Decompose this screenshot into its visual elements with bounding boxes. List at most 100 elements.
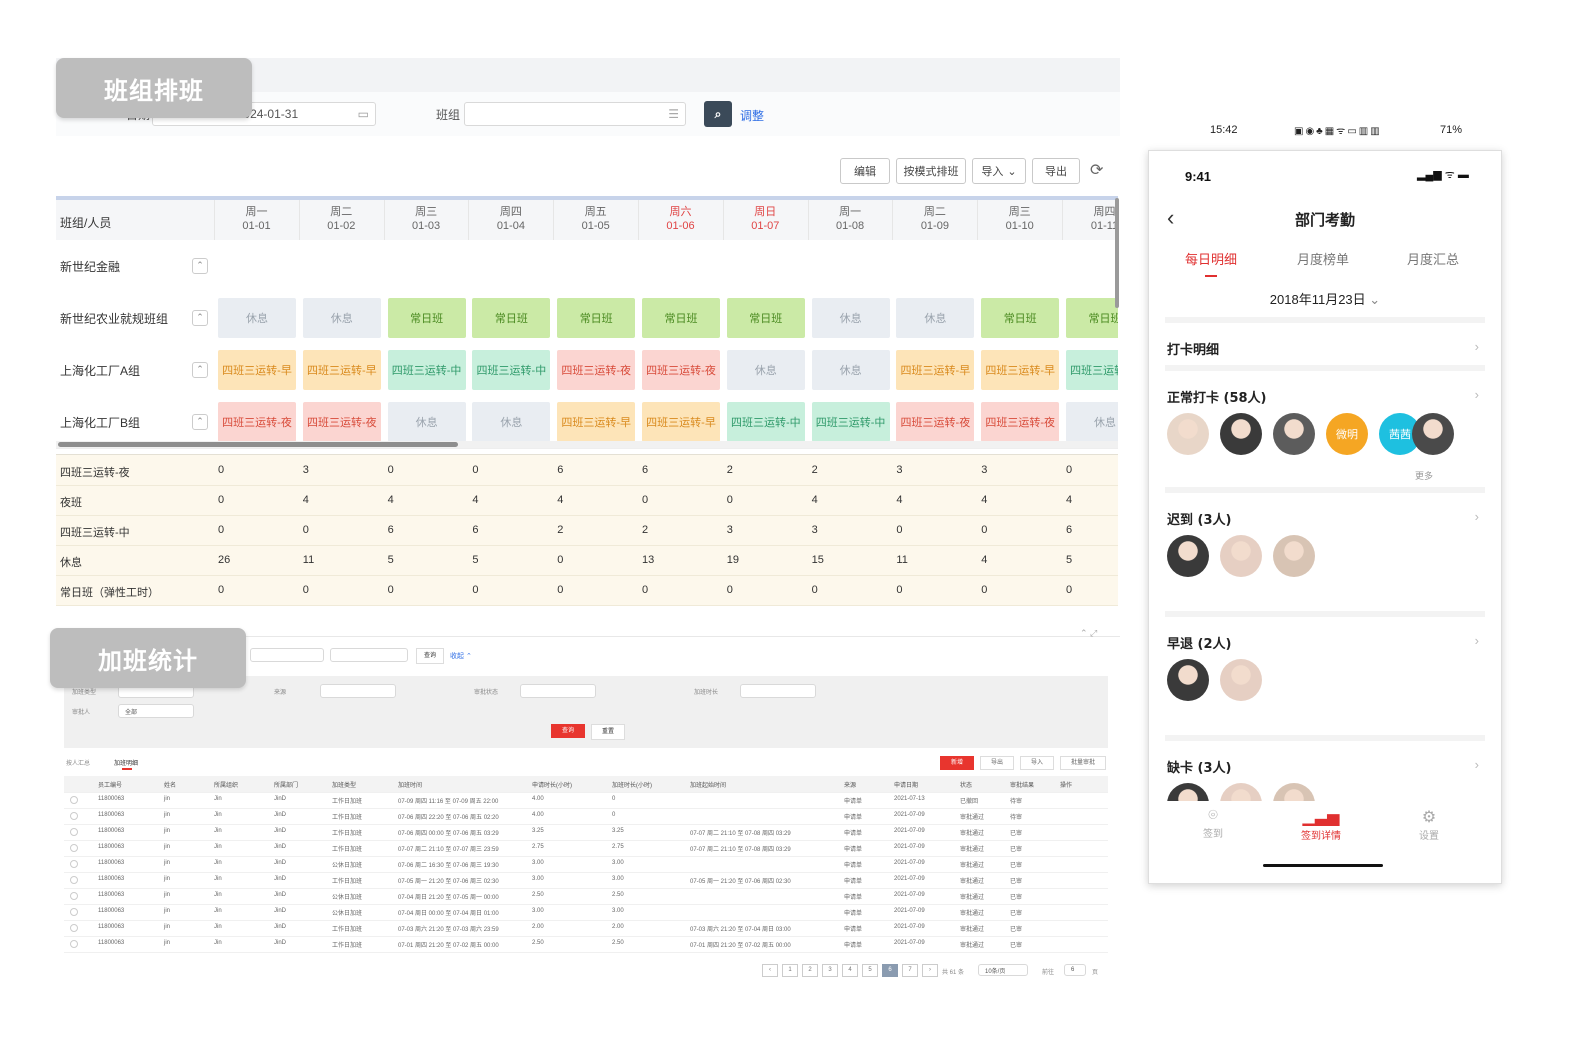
expand-link[interactable]: 收起 ⌃ (450, 651, 472, 661)
more-link[interactable]: 更多 (1415, 469, 1433, 482)
shift-cell[interactable]: 休息 (1066, 402, 1118, 442)
shift-cell[interactable]: 四班三运转-早 (557, 402, 636, 442)
avatar[interactable] (1220, 659, 1262, 701)
collapse-toggle-icon[interactable]: ⌃ (192, 258, 208, 274)
shift-cell[interactable]: 四班三运转-夜 (557, 350, 636, 390)
shift-cell[interactable]: 四班三运转-中 (472, 350, 551, 390)
shift-cell[interactable]: 休息 (726, 350, 805, 390)
shift-cell[interactable]: 四班三运转-中 (1066, 350, 1118, 390)
page-button[interactable]: 1 (782, 964, 798, 977)
shift-cell[interactable]: 常日班 (726, 298, 805, 338)
shift-cell[interactable]: 四班三运转-中 (726, 402, 805, 442)
shift-cell[interactable]: 常日班 (557, 298, 636, 338)
row-checkbox[interactable] (70, 844, 78, 852)
shift-cell[interactable]: 四班三运转-早 (896, 350, 975, 390)
adjust-link[interactable]: 调整 (740, 107, 764, 124)
import-button[interactable]: 导入 ⌄ (972, 158, 1026, 184)
horizontal-scrollbar[interactable] (58, 442, 458, 447)
tab-detail[interactable]: 加班明细 (114, 758, 138, 767)
shift-cell[interactable]: 四班三运转-早 (642, 402, 720, 442)
row-checkbox[interactable] (70, 876, 78, 884)
shift-cell[interactable]: 休息 (472, 402, 551, 442)
shift-cell[interactable]: 四班三运转-中 (811, 402, 890, 442)
query-button[interactable]: 查询 (551, 724, 585, 738)
shift-cell[interactable]: 常日班 (981, 298, 1060, 338)
collapse-toggle-icon[interactable]: ⌃ (192, 362, 208, 378)
shift-cell[interactable]: 四班三运转-夜 (218, 402, 296, 442)
prev-page-button[interactable]: ‹ (762, 964, 778, 977)
page-button[interactable]: 2 (802, 964, 818, 977)
filter-select[interactable] (320, 684, 396, 698)
shift-cell[interactable]: 四班三运转-夜 (981, 402, 1060, 442)
export-button[interactable]: 导出 (1032, 158, 1080, 184)
edit-button[interactable]: 编辑 (840, 158, 890, 184)
overtime-action-button[interactable]: 批量审批 (1060, 756, 1106, 770)
page-button[interactable]: 7 (902, 964, 918, 977)
filter-select[interactable] (740, 684, 816, 698)
overtime-search-button[interactable]: 查询 (416, 648, 444, 664)
shift-cell[interactable]: 休息 (811, 350, 890, 390)
shift-cell[interactable]: 四班三运转-早 (981, 350, 1060, 390)
shift-cell[interactable]: 休息 (811, 298, 890, 338)
page-button[interactable]: 3 (822, 964, 838, 977)
collapse-icon[interactable]: ⌃ ⤢ (1080, 628, 1097, 639)
shift-cell[interactable]: 常日班 (472, 298, 551, 338)
avatar[interactable]: 微明 (1326, 413, 1368, 455)
attendance-section[interactable]: 缺卡 (3人) › (1165, 735, 1485, 807)
attendance-section[interactable]: 早退 (2人) › (1165, 611, 1485, 741)
overtime-action-button[interactable]: 导出 (980, 756, 1014, 770)
search-button[interactable]: ⌕ (704, 101, 732, 127)
shift-cell[interactable]: 四班三运转-早 (302, 350, 381, 390)
next-page-button[interactable]: › (922, 964, 938, 977)
collapse-toggle-icon[interactable]: ⌃ (192, 414, 208, 430)
per-page-select[interactable]: 10条/页 (978, 964, 1028, 976)
row-checkbox[interactable] (70, 908, 78, 916)
staff-input[interactable] (330, 648, 408, 662)
avatar[interactable] (1220, 535, 1262, 577)
filter-select[interactable] (520, 684, 596, 698)
shift-cell[interactable]: 休息 (896, 298, 975, 338)
shift-cell[interactable]: 常日班 (1066, 298, 1118, 338)
pattern-schedule-button[interactable]: 按模式排班 (896, 158, 966, 184)
page-button[interactable]: 4 (842, 964, 858, 977)
row-checkbox[interactable] (70, 812, 78, 820)
row-checkbox[interactable] (70, 860, 78, 868)
page-button[interactable]: 6 (882, 964, 898, 977)
filter-select[interactable]: 全部 (118, 704, 194, 718)
avatar[interactable] (1167, 659, 1209, 701)
tabbar-item[interactable]: ⌾ 签到 (1173, 807, 1253, 840)
collapse-toggle-icon[interactable]: ⌃ (192, 310, 208, 326)
vertical-scrollbar[interactable] (1115, 198, 1119, 308)
shift-cell[interactable]: 休息 (387, 402, 466, 442)
shift-cell[interactable]: 四班三运转-夜 (896, 402, 975, 442)
avatar[interactable] (1220, 413, 1262, 455)
row-checkbox[interactable] (70, 796, 78, 804)
attendance-section[interactable]: 迟到 (3人) › (1165, 487, 1485, 617)
row-checkbox[interactable] (70, 924, 78, 932)
tabbar-item[interactable]: ⚙ 设置 (1389, 807, 1469, 842)
shift-cell[interactable]: 四班三运转-夜 (642, 350, 720, 390)
calendar-icon[interactable]: ▭ (358, 107, 369, 121)
page-button[interactable]: 5 (862, 964, 878, 977)
row-checkbox[interactable] (70, 828, 78, 836)
overtime-action-button[interactable]: 新增 (940, 756, 974, 770)
avatar[interactable] (1412, 413, 1454, 455)
row-checkbox[interactable] (70, 892, 78, 900)
overtime-action-button[interactable]: 导入 (1020, 756, 1054, 770)
dept-input[interactable] (250, 648, 324, 662)
refresh-icon[interactable]: ⟳ (1090, 160, 1103, 180)
shift-cell[interactable]: 四班三运转-夜 (302, 402, 381, 442)
avatar[interactable] (1167, 535, 1209, 577)
row-checkbox[interactable] (70, 940, 78, 948)
tab-summary[interactable]: 按人汇总 (66, 758, 90, 767)
group-select[interactable]: ☰ (464, 102, 686, 126)
shift-cell[interactable]: 休息 (218, 298, 296, 338)
shift-cell[interactable]: 休息 (302, 298, 381, 338)
avatar[interactable] (1273, 535, 1315, 577)
reset-button[interactable]: 重置 (591, 724, 625, 740)
shift-cell[interactable]: 四班三运转-早 (218, 350, 296, 390)
avatar[interactable] (1167, 413, 1209, 455)
attendance-section[interactable]: 正常打卡 (58人) › 微明 茜茜 更多 (1165, 365, 1485, 493)
goto-input[interactable]: 6 (1064, 964, 1086, 976)
shift-cell[interactable]: 四班三运转-中 (387, 350, 466, 390)
